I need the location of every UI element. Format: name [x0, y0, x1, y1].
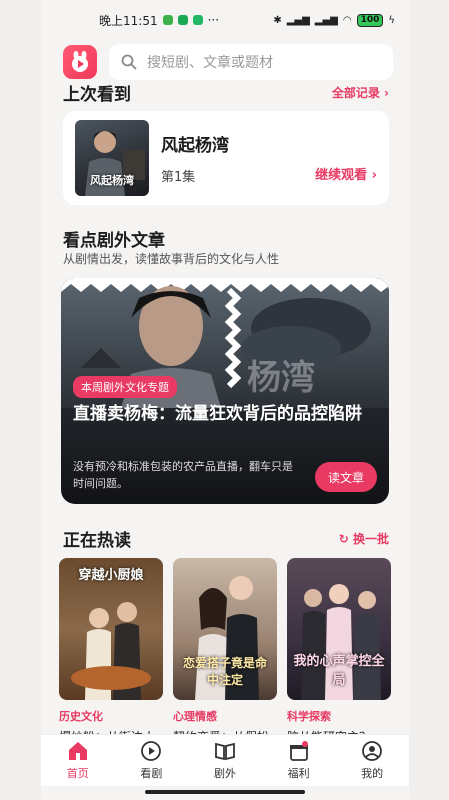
section-title-hot: 正在热读	[63, 531, 131, 551]
tab-home[interactable]: 首页	[48, 740, 108, 781]
tab-watch[interactable]: 看剧	[121, 740, 181, 781]
feature-badge: 本周剧外文化专题	[73, 376, 177, 398]
search-input[interactable]: 搜短剧、文章或题材	[109, 44, 393, 80]
tab-profile[interactable]: 我的	[342, 740, 402, 781]
hot-list: 穿越小厨娘 历史文化 爆炒粉：从街边小 恋爱搭子竟是命中注定 心理情感 契约恋爱…	[59, 558, 391, 740]
hot-poster[interactable]: 穿越小厨娘	[59, 558, 163, 700]
hot-category: 心理情感	[173, 710, 217, 723]
hot-item[interactable]: 穿越小厨娘 历史文化 爆炒粉：从街边小	[59, 558, 163, 740]
profile-icon	[361, 740, 383, 762]
last-watched-poster[interactable]: 风起杨湾	[75, 120, 149, 196]
tab-profile-label: 我的	[361, 767, 384, 780]
refresh-button[interactable]: ↻ 换一批	[339, 530, 389, 547]
top-header: 搜短剧、文章或题材	[41, 42, 409, 82]
continue-watching-button[interactable]: 继续观看 ›	[315, 164, 377, 183]
status-time: 晚上11:51	[99, 13, 158, 28]
bottom-tab-bar: 首页 看剧 剧外 福利 我的	[41, 734, 409, 786]
poster-title-text: 风起杨湾	[90, 174, 134, 187]
bluetooth-icon: ✱	[273, 14, 282, 26]
articles-header: 看点剧外文章	[63, 226, 389, 251]
hot-item[interactable]: 我的心声掌控全局 科学探索 脑从能研究主？	[287, 558, 391, 740]
home-icon	[67, 740, 89, 762]
featured-article-card[interactable]: 杨湾 本周剧外文化专题 直播卖杨梅：流量狂欢背后的品控陷阱 没有预冷和标准包装的…	[61, 278, 389, 504]
hot-poster-text: 恋爱搭子竟是命中注定	[182, 656, 267, 687]
wechat-icon	[162, 15, 173, 25]
wifi-icon: ◠	[342, 14, 352, 26]
charging-icon: ϟ	[388, 14, 395, 26]
tab-articles-label: 剧外	[213, 767, 236, 780]
tab-watch-label: 看剧	[140, 767, 163, 780]
search-placeholder: 搜短剧、文章或题材	[147, 55, 273, 71]
hot-item[interactable]: 恋爱搭子竟是命中注定 心理情感 契约恋爱：从假扮	[173, 558, 277, 740]
more-notifications: ···	[207, 13, 220, 27]
book-icon	[214, 740, 236, 762]
status-bar: 晚上11:51 ··· ✱ ▂▄▆ ▂▄▆ ◠ 100 ϟ	[41, 0, 409, 40]
read-article-button[interactable]: 读文章	[315, 462, 377, 492]
show-title[interactable]: 风起杨湾	[161, 131, 315, 156]
feature-title[interactable]: 直播卖杨梅：流量狂欢背后的品控陷阱	[73, 402, 379, 426]
all-records-link[interactable]: 全部记录 ›	[332, 84, 389, 101]
home-indicator[interactable]	[145, 790, 305, 794]
tab-articles[interactable]: 剧外	[195, 740, 255, 781]
feature-description: 没有预冷和标准包装的农产品直播，翻车只是时间问题。	[73, 460, 293, 490]
tab-rewards[interactable]: 福利	[269, 740, 329, 781]
app-notify-icon	[177, 15, 188, 25]
hot-category: 历史文化	[59, 710, 103, 723]
app-logo[interactable]	[63, 45, 97, 79]
episode-label: 第1集	[161, 170, 196, 185]
hot-poster[interactable]: 我的心声掌控全局	[287, 558, 391, 700]
section-title-last-watched: 上次看到	[63, 85, 131, 105]
tab-rewards-label: 福利	[287, 767, 310, 780]
play-icon	[140, 740, 162, 762]
refresh-icon: ↻	[338, 532, 349, 546]
gift-icon	[288, 740, 310, 762]
hot-header: 正在热读 ↻ 换一批	[63, 526, 389, 551]
hot-category: 科学探索	[287, 710, 331, 723]
search-icon	[121, 54, 137, 70]
app-screen: 晚上11:51 ··· ✱ ▂▄▆ ▂▄▆ ◠ 100 ϟ 搜短剧、文章或题材 …	[41, 0, 409, 800]
section-title-articles: 看点剧外文章	[63, 231, 165, 251]
battery-icon: 100	[356, 13, 384, 27]
hot-poster[interactable]: 恋爱搭子竟是命中注定	[173, 558, 277, 700]
bunny-play-icon	[72, 51, 88, 72]
hot-poster-text: 我的心声掌控全局	[293, 654, 385, 688]
tab-home-label: 首页	[66, 767, 89, 780]
phone-icon	[192, 15, 203, 25]
signal-icon-2: ▂▄▆	[314, 14, 338, 26]
articles-subtitle: 从剧情出发，读懂故事背后的文化与人性	[63, 252, 280, 266]
refresh-label: 换一批	[352, 532, 389, 546]
signal-icon: ▂▄▆	[286, 14, 310, 26]
featured-overlay-text: 杨湾	[247, 358, 315, 398]
last-watched-card[interactable]: 风起杨湾 风起杨湾 第1集 继续观看 ›	[63, 111, 389, 205]
hot-poster-text: 穿越小厨娘	[78, 568, 144, 583]
last-watched-header: 上次看到 全部记录 ›	[63, 80, 389, 105]
